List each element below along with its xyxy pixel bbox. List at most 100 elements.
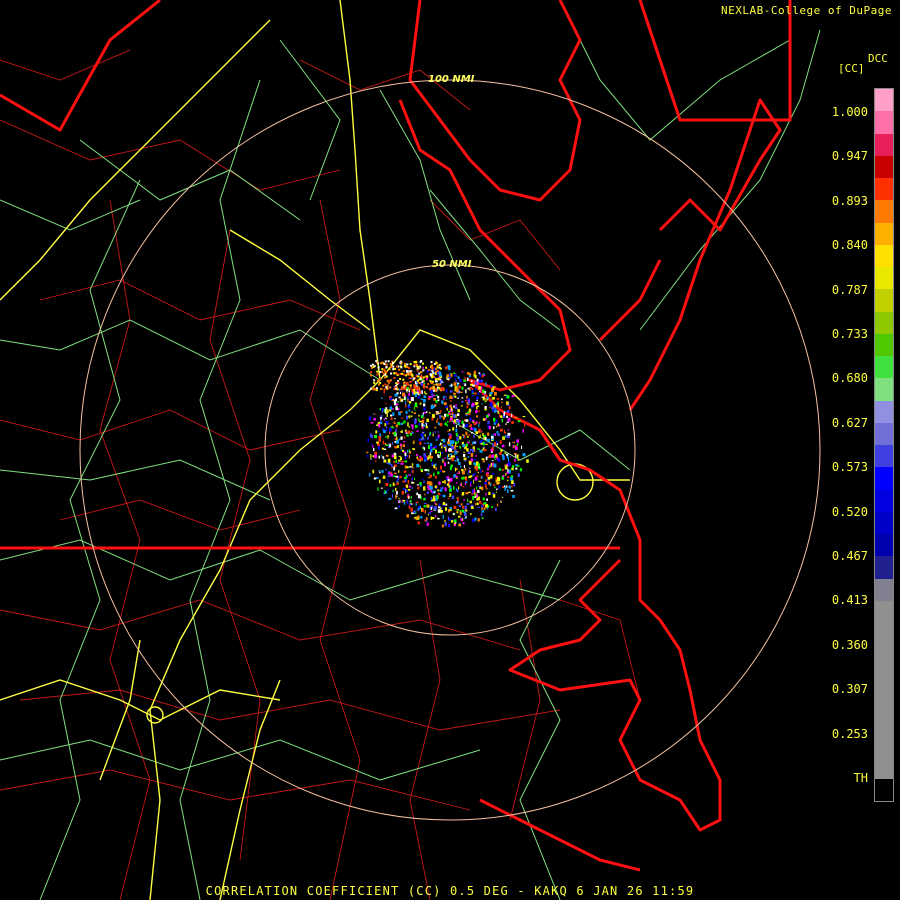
echo-pixel [441, 400, 443, 404]
echo-pixel [495, 426, 498, 428]
echo-pixel [376, 370, 379, 373]
echo-pixel [427, 397, 431, 400]
echo-pixel [419, 402, 422, 405]
echo-pixel [480, 442, 483, 445]
colorbar-swatch [875, 378, 893, 401]
echo-pixel [468, 434, 471, 436]
echo-pixel [476, 382, 479, 386]
echo-pixel [411, 487, 413, 489]
radar-map[interactable]: 100 NMI 50 NMI [0, 0, 900, 900]
echo-pixel [508, 406, 511, 410]
echo-pixel [423, 456, 427, 460]
echo-pixel [395, 371, 398, 374]
echo-pixel [473, 473, 476, 476]
echo-pixel [424, 469, 428, 472]
echo-pixel [430, 389, 433, 394]
echo-pixel [407, 384, 410, 387]
echo-pixel [479, 500, 482, 504]
echo-pixel [407, 455, 409, 458]
echo-pixel [447, 509, 450, 513]
echo-pixel [510, 477, 513, 481]
echo-pixel [440, 442, 442, 446]
echo-pixel [413, 516, 417, 519]
echo-pixel [517, 454, 519, 459]
echo-pixel [475, 503, 477, 506]
echo-pixel [402, 444, 405, 447]
echo-pixel [495, 491, 497, 493]
echo-pixel [448, 453, 450, 457]
echo-pixel [416, 484, 419, 486]
echo-pixel [482, 418, 486, 421]
echo-pixel [428, 445, 430, 449]
colorbar-swatch [875, 600, 893, 623]
echo-pixel [429, 433, 431, 436]
echo-pixel [473, 370, 476, 375]
echo-pixel [458, 419, 461, 422]
echo-pixel [468, 422, 471, 424]
echo-pixel [392, 408, 394, 410]
echo-pixel [444, 522, 447, 527]
echo-pixel [517, 420, 521, 423]
echo-pixel [439, 470, 442, 472]
echo-pixel [370, 371, 373, 374]
echo-pixel [421, 374, 423, 377]
echo-pixel [485, 382, 487, 386]
echo-pixel [408, 454, 410, 459]
echo-pixel [434, 378, 437, 381]
echo-pixel [463, 511, 466, 514]
echo-pixel [379, 371, 382, 373]
echo-pixel [381, 447, 384, 450]
echo-pixel [423, 442, 426, 444]
echo-pixel [462, 423, 465, 428]
echo-pixel [417, 365, 419, 368]
echo-pixel [384, 459, 387, 463]
echo-pixel [464, 509, 466, 511]
echo-pixel [376, 373, 379, 376]
echo-pixel [418, 372, 421, 375]
legend-tick-label: 0.467 [831, 549, 868, 563]
echo-pixel [439, 507, 442, 510]
echo-pixel [389, 386, 392, 389]
echo-pixel [385, 444, 389, 446]
echo-pixel [401, 460, 405, 463]
echo-pixel [497, 410, 499, 413]
echo-pixel [387, 435, 390, 437]
echo-pixel [464, 505, 467, 510]
echo-pixel [366, 451, 369, 454]
echo-pixel [437, 509, 441, 513]
echo-pixel [501, 398, 503, 401]
echo-pixel [421, 423, 424, 427]
echo-pixel [406, 499, 408, 504]
echo-pixel [379, 479, 381, 484]
echo-pixel [449, 453, 453, 456]
echo-pixel [444, 457, 447, 459]
echo-pixel [474, 517, 477, 521]
echo-pixel [408, 485, 412, 488]
echo-pixel [408, 409, 411, 412]
echo-pixel [429, 474, 432, 478]
echo-pixel [470, 427, 473, 431]
echo-pixel [412, 448, 415, 450]
echo-pixel [408, 393, 410, 396]
echo-pixel [417, 396, 421, 399]
echo-pixel [434, 445, 437, 448]
echo-pixel [389, 484, 392, 487]
echo-pixel [409, 432, 412, 436]
echo-pixel [414, 361, 417, 364]
echo-pixel [493, 426, 495, 430]
echo-pixel [478, 436, 481, 439]
echo-pixel [373, 477, 377, 480]
echo-pixel [406, 484, 409, 489]
colorbar-swatch [875, 155, 893, 178]
echo-pixel [456, 472, 460, 474]
echo-pixel [400, 431, 402, 433]
echo-pixel [413, 377, 415, 380]
echo-pixel [396, 365, 398, 368]
echo-pixel [407, 398, 409, 403]
colorbar-swatch [875, 222, 893, 245]
echo-pixel [475, 410, 478, 414]
echo-pixel [384, 383, 387, 386]
echo-pixel [471, 389, 474, 394]
echo-pixel [457, 383, 459, 387]
echo-pixel [453, 372, 456, 374]
